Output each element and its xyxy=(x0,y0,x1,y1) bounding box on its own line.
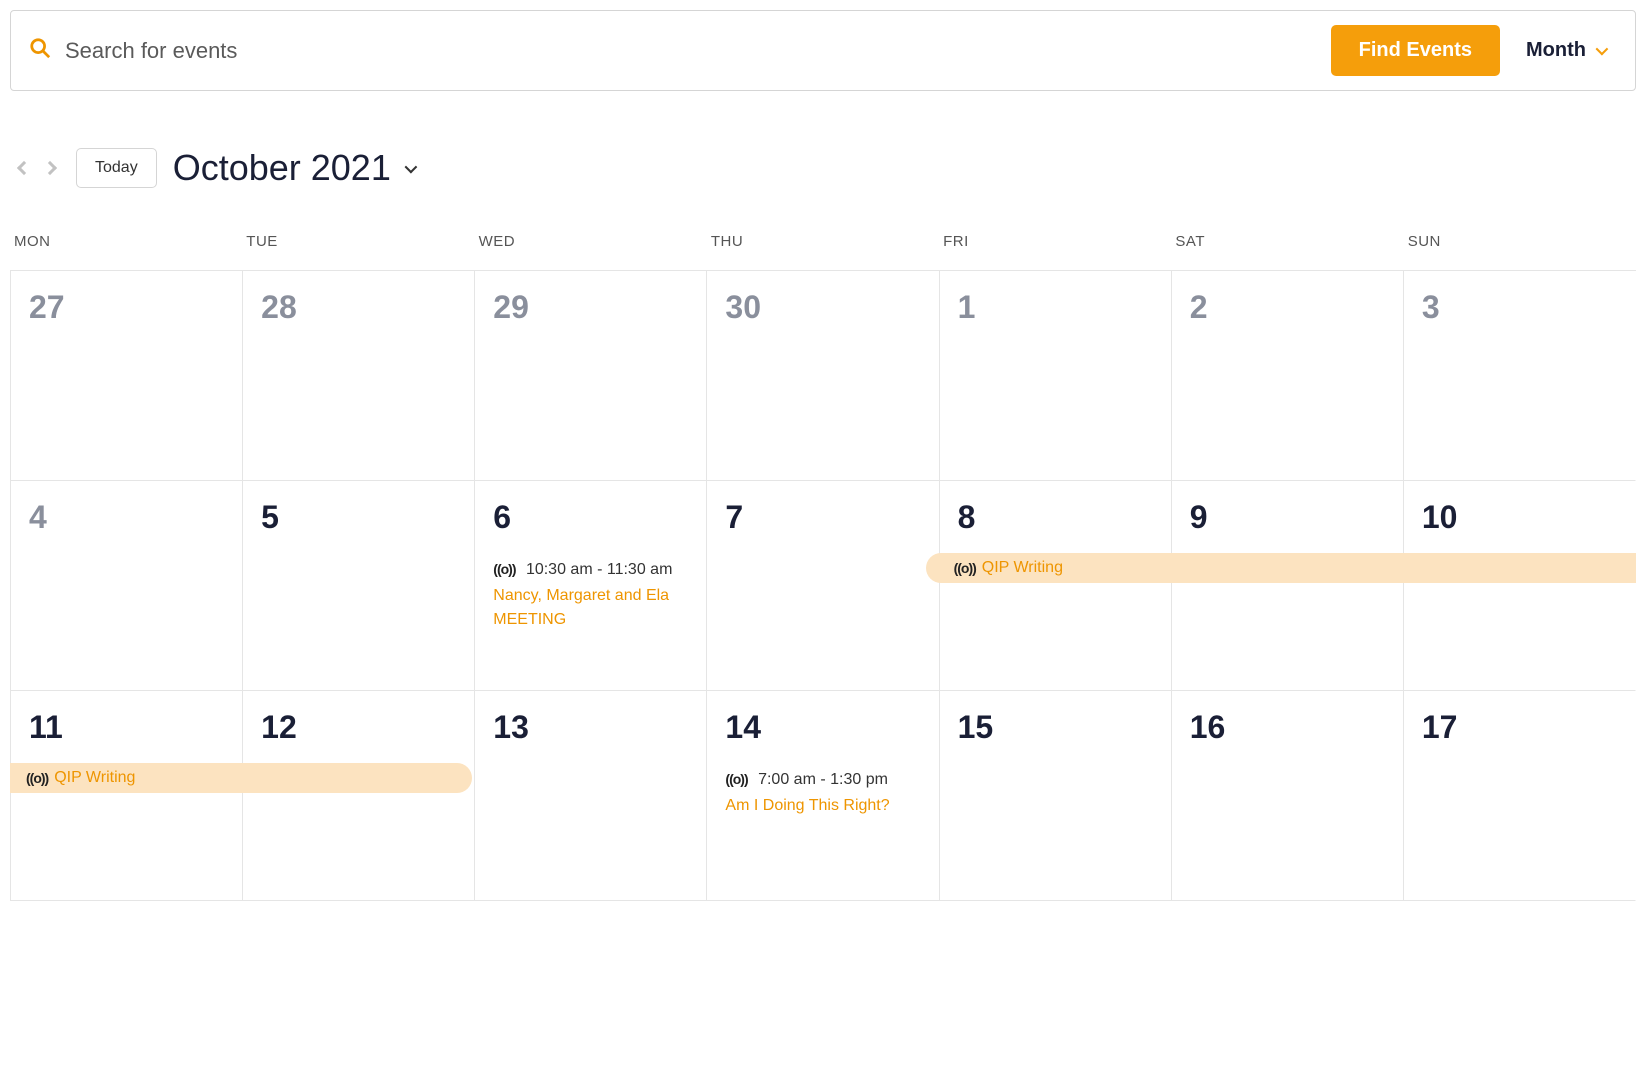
day-header: THU xyxy=(707,233,939,260)
day-header: MON xyxy=(10,233,242,260)
today-button[interactable]: Today xyxy=(76,148,157,188)
search-icon xyxy=(29,37,51,64)
calendar-grid: 27 28 29 30 1 2 3 4 5 6 ((o)) 10:30 am -… xyxy=(10,270,1636,901)
multi-day-event[interactable]: ((o)) QIP Writing xyxy=(926,553,1172,583)
view-selector[interactable]: Month xyxy=(1514,39,1617,62)
calendar-cell[interactable]: 5 xyxy=(243,481,475,691)
multi-day-event[interactable] xyxy=(1403,553,1636,583)
calendar-cell[interactable]: 1 xyxy=(940,271,1172,481)
day-header: WED xyxy=(475,233,707,260)
date-number: 5 xyxy=(261,499,456,536)
month-title: October 2021 xyxy=(173,147,391,189)
calendar-nav: Today October 2021 xyxy=(10,147,1636,189)
chevron-down-icon xyxy=(1596,43,1609,56)
multi-day-event[interactable]: ((o)) QIP Writing xyxy=(10,763,243,793)
calendar-cell[interactable]: 14 ((o)) 7:00 am - 1:30 pm Am I Doing Th… xyxy=(707,691,939,901)
broadcast-icon: ((o)) xyxy=(493,561,515,577)
calendar-cell[interactable]: 3 xyxy=(1404,271,1636,481)
calendar-cell[interactable]: 11 ((o)) QIP Writing xyxy=(11,691,243,901)
calendar-cell[interactable]: 29 xyxy=(475,271,707,481)
chevron-down-icon xyxy=(404,160,417,173)
chevron-left-icon xyxy=(17,161,31,175)
calendar-cell[interactable]: 4 xyxy=(11,481,243,691)
calendar-cell[interactable]: 7 xyxy=(707,481,939,691)
calendar-cell[interactable]: 27 xyxy=(11,271,243,481)
broadcast-icon: ((o)) xyxy=(954,560,976,576)
calendar-cell[interactable]: 30 xyxy=(707,271,939,481)
calendar-cell[interactable]: 12 xyxy=(243,691,475,901)
date-number: 11 xyxy=(29,709,224,746)
event-time: 10:30 am - 11:30 am xyxy=(526,561,672,578)
calendar-cell[interactable]: 15 xyxy=(940,691,1172,901)
event-title[interactable]: Nancy, Margaret and Ela MEETING xyxy=(493,584,688,632)
calendar-cell[interactable]: 17 xyxy=(1404,691,1636,901)
date-number: 4 xyxy=(29,499,224,536)
date-number: 14 xyxy=(725,709,920,746)
event-item[interactable]: ((o)) 10:30 am - 11:30 am Nancy, Margare… xyxy=(493,558,688,632)
next-month-button[interactable] xyxy=(40,158,60,178)
calendar-cell[interactable]: 28 xyxy=(243,271,475,481)
event-item[interactable]: ((o)) 7:00 am - 1:30 pm Am I Doing This … xyxy=(725,768,920,818)
calendar-cell[interactable]: 10 xyxy=(1404,481,1636,691)
calendar-cell[interactable]: 16 xyxy=(1172,691,1404,901)
day-header: TUE xyxy=(242,233,474,260)
date-number: 13 xyxy=(493,709,688,746)
date-number: 2 xyxy=(1190,289,1385,326)
event-title: QIP Writing xyxy=(982,559,1063,577)
date-number: 16 xyxy=(1190,709,1385,746)
search-input[interactable] xyxy=(65,38,1317,64)
event-title: QIP Writing xyxy=(54,769,135,787)
date-number: 30 xyxy=(725,289,920,326)
calendar-cell[interactable]: 13 xyxy=(475,691,707,901)
calendar-cell[interactable]: 6 ((o)) 10:30 am - 11:30 am Nancy, Marga… xyxy=(475,481,707,691)
event-title[interactable]: Am I Doing This Right? xyxy=(725,794,920,818)
day-header: SAT xyxy=(1171,233,1403,260)
view-selector-label: Month xyxy=(1526,39,1586,62)
date-number: 17 xyxy=(1422,709,1617,746)
date-number: 3 xyxy=(1422,289,1617,326)
calendar-cell[interactable]: 8 ((o)) QIP Writing xyxy=(940,481,1172,691)
date-number: 27 xyxy=(29,289,224,326)
broadcast-icon: ((o)) xyxy=(725,771,747,787)
date-number: 8 xyxy=(958,499,1153,536)
nav-arrows xyxy=(14,158,60,178)
date-number: 15 xyxy=(958,709,1153,746)
date-number: 1 xyxy=(958,289,1153,326)
multi-day-event[interactable] xyxy=(242,763,472,793)
date-number: 7 xyxy=(725,499,920,536)
day-header: FRI xyxy=(939,233,1171,260)
event-time: 7:00 am - 1:30 pm xyxy=(758,771,888,788)
broadcast-icon: ((o)) xyxy=(26,770,48,786)
date-number: 28 xyxy=(261,289,456,326)
date-number: 12 xyxy=(261,709,456,746)
prev-month-button[interactable] xyxy=(14,158,34,178)
calendar-cell[interactable]: 2 xyxy=(1172,271,1404,481)
date-number: 6 xyxy=(493,499,688,536)
date-number: 9 xyxy=(1190,499,1385,536)
day-headers: MON TUE WED THU FRI SAT SUN xyxy=(10,233,1636,260)
multi-day-event[interactable] xyxy=(1171,553,1404,583)
day-header: SUN xyxy=(1404,233,1636,260)
calendar-cell[interactable]: 9 xyxy=(1172,481,1404,691)
month-picker[interactable]: October 2021 xyxy=(173,147,414,189)
chevron-right-icon xyxy=(43,161,57,175)
date-number: 10 xyxy=(1422,499,1617,536)
date-number: 29 xyxy=(493,289,688,326)
find-events-button[interactable]: Find Events xyxy=(1331,25,1500,76)
search-bar: Find Events Month xyxy=(10,10,1636,91)
